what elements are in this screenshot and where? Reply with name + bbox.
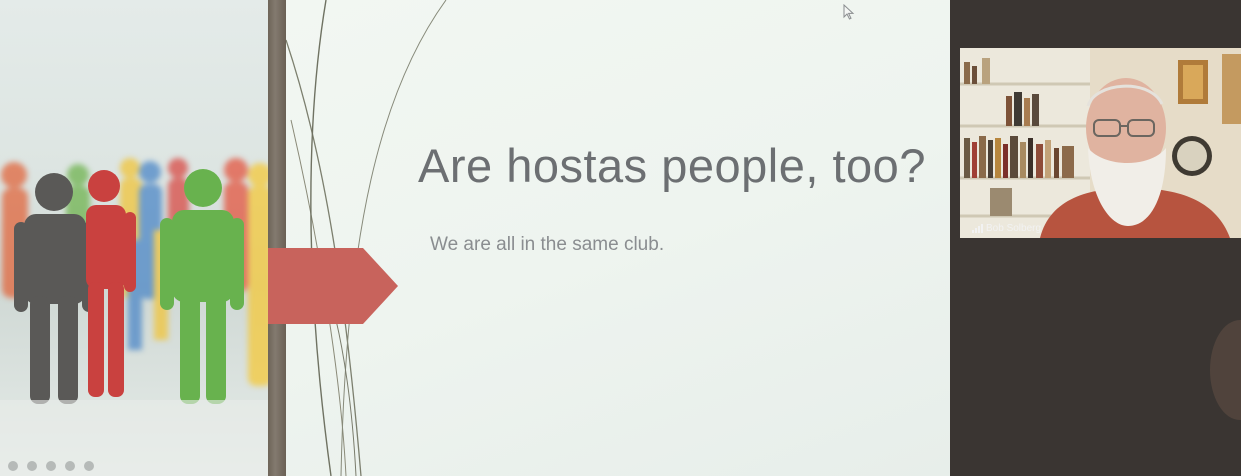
toolbar-dot-icon[interactable] — [46, 460, 56, 471]
slide-title: Are hostas people, too? — [418, 139, 926, 192]
toolbar-dot-icon[interactable] — [84, 460, 94, 471]
toolbar-dot-icon[interactable] — [27, 460, 37, 471]
arrow-pentagon-shape — [268, 248, 398, 324]
participant-name-label: Bob Solberg — [972, 223, 1041, 234]
presentation-toolbar — [0, 455, 272, 476]
slide-photo-panel — [0, 0, 272, 476]
participant-video-image — [960, 48, 1241, 238]
slide-divider-bar — [268, 0, 286, 476]
signal-bars-icon — [972, 224, 983, 233]
video-panel: Bob Solberg — [950, 0, 1241, 476]
presentation-slide: Are hostas people, too? We are all in th… — [286, 0, 950, 476]
toolbar-dot-icon[interactable] — [8, 460, 18, 471]
foreground-figures-image — [0, 169, 272, 476]
participant-name-text: Bob Solberg — [986, 223, 1042, 234]
mouse-cursor-icon — [843, 4, 855, 20]
slide-subtitle: We are all in the same club. — [430, 234, 665, 255]
toolbar-dot-icon[interactable] — [65, 460, 75, 471]
participant-video-tile[interactable]: Bob Solberg — [960, 48, 1241, 238]
